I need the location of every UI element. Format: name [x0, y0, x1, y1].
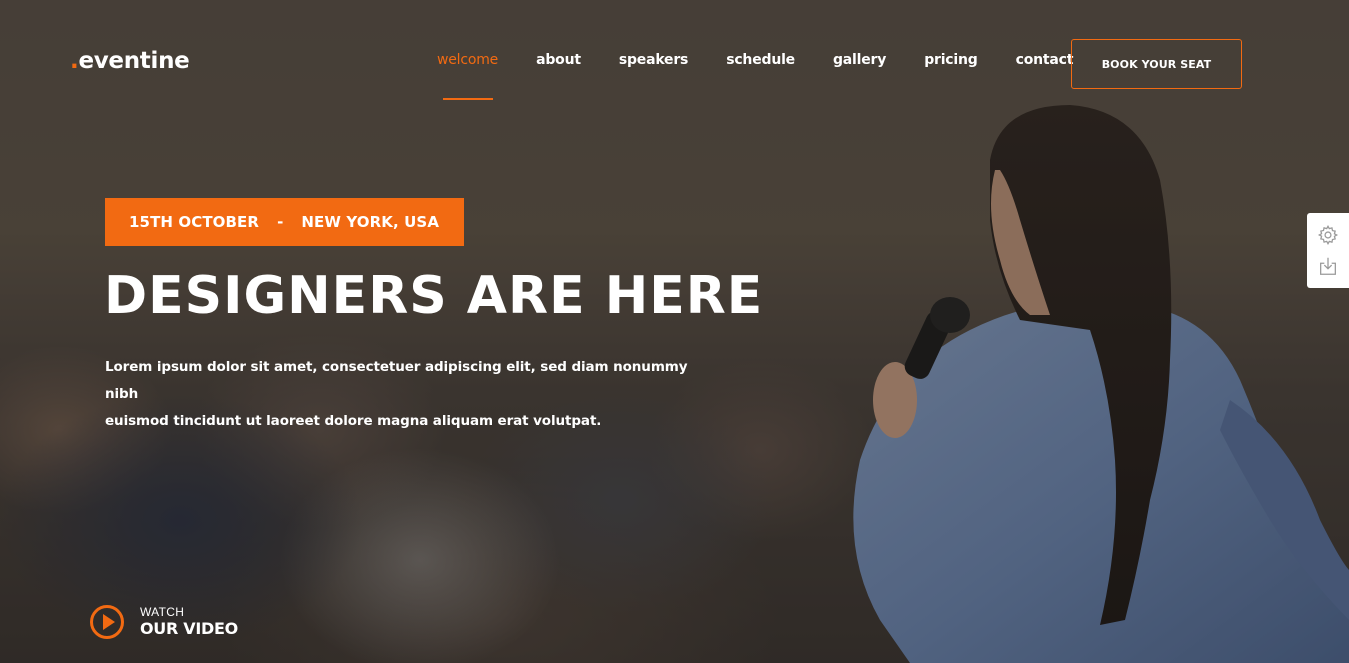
main-nav: welcome about speakers schedule gallery … — [437, 52, 1111, 68]
event-date: 15TH OCTOBER — [129, 213, 260, 231]
site-logo[interactable]: .eventine — [70, 48, 190, 74]
logo-text: eventine — [78, 48, 190, 74]
watch-label: WATCH — [140, 605, 185, 619]
date-separator: - — [277, 213, 284, 231]
nav-item-about[interactable]: about — [536, 52, 581, 68]
book-seat-button[interactable]: BOOK YOUR SEAT — [1071, 39, 1242, 89]
active-nav-underline — [443, 98, 493, 100]
nav-item-contact[interactable]: contact — [1016, 52, 1074, 68]
event-date-badge: 15TH OCTOBER - NEW YORK, USA — [105, 198, 464, 246]
hero-description-line-2: euismod tincidunt ut laoreet dolore magn… — [105, 413, 602, 429]
hero-title: DESIGNERS ARE HERE — [104, 266, 764, 326]
hero-description-line-1: Lorem ipsum dolor sit amet, consectetuer… — [105, 359, 688, 402]
nav-item-speakers[interactable]: speakers — [619, 52, 689, 68]
watch-video-link[interactable]: WATCH OUR VIDEO — [90, 605, 238, 639]
nav-item-welcome[interactable]: welcome — [437, 52, 498, 68]
download-icon[interactable] — [1317, 255, 1339, 277]
side-tools-panel — [1307, 213, 1349, 288]
nav-item-pricing[interactable]: pricing — [924, 52, 978, 68]
event-location: NEW YORK, USA — [301, 213, 440, 231]
play-icon[interactable] — [90, 605, 124, 639]
hero-description: Lorem ipsum dolor sit amet, consectetuer… — [105, 354, 725, 435]
gear-icon[interactable] — [1317, 224, 1339, 246]
nav-item-gallery[interactable]: gallery — [833, 52, 886, 68]
nav-item-schedule[interactable]: schedule — [726, 52, 795, 68]
hero-overlay — [0, 0, 1349, 663]
our-video-label: OUR VIDEO — [140, 619, 238, 638]
